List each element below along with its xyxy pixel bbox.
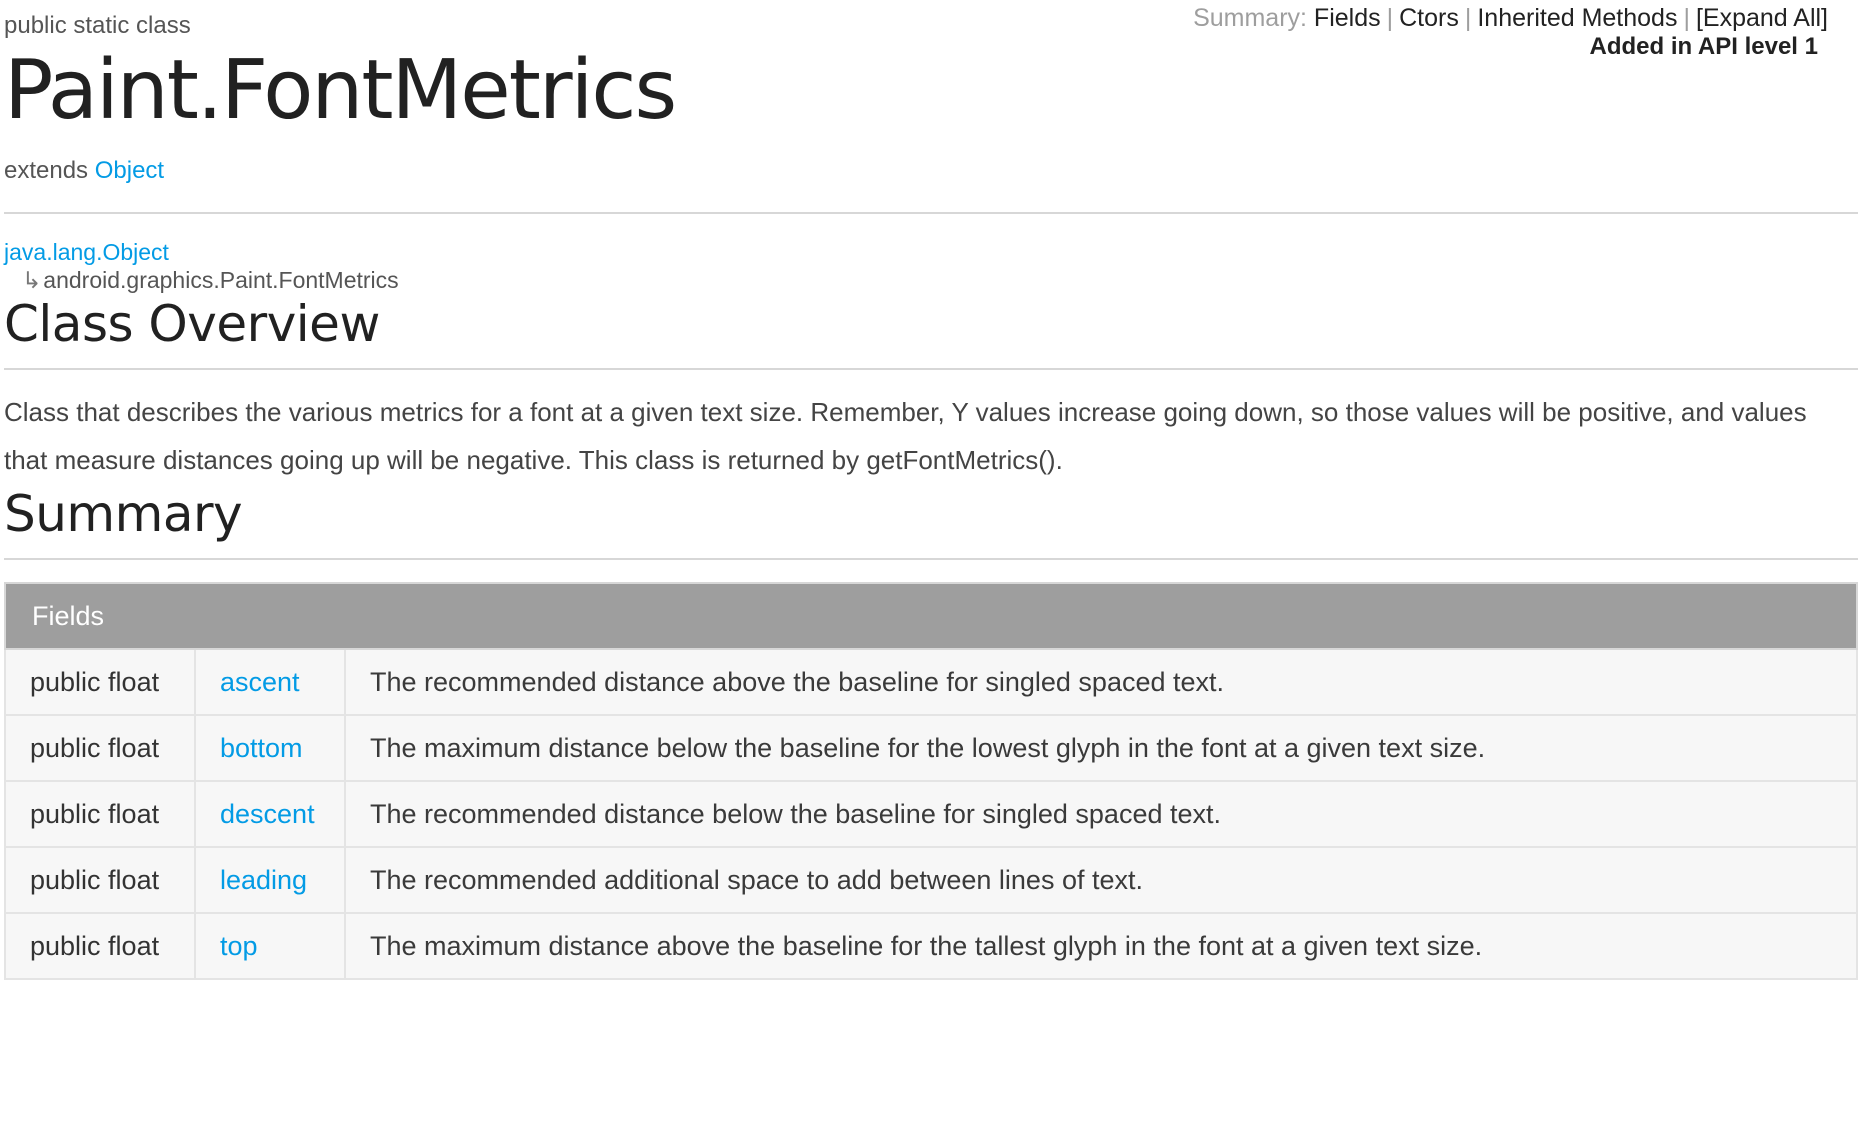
field-description: The maximum distance above the baseline … [344, 912, 1858, 980]
field-description: The recommended additional space to add … [344, 846, 1858, 914]
hierarchy-parent-link[interactable]: java.lang.Object [4, 239, 169, 265]
table-row: public float top The maximum distance ab… [4, 912, 1858, 980]
summary-nav: Summary: Fields | Ctors | Inherited Methods |… [1193, 4, 1828, 62]
field-type: public float [4, 648, 196, 716]
doc-content: Summary: Fields | Ctors | Inherited Methods |… [4, 0, 1858, 980]
separator: | [1464, 4, 1472, 32]
divider [4, 558, 1858, 560]
field-name-cell: descent [194, 780, 346, 848]
extends-line: extends Object [4, 156, 1858, 186]
field-link-leading[interactable]: leading [220, 865, 307, 895]
summary-label: Summary: [1193, 4, 1307, 32]
api-level-label: Added in API level 1 [1589, 33, 1818, 60]
field-link-descent[interactable]: descent [220, 799, 315, 829]
field-name-cell: top [194, 912, 346, 980]
class-overview-heading: Class Overview [4, 295, 380, 353]
field-type: public float [4, 846, 196, 914]
separator: | [1386, 4, 1394, 32]
summary-links: Summary: Fields | Ctors | Inherited Methods |… [1193, 4, 1828, 32]
hierarchy-arrow-icon: ↳ [22, 267, 42, 293]
fields-table-header: Fields [4, 582, 1858, 650]
inheritance-hierarchy: java.lang.Object ↳android.graphics.Paint… [4, 238, 1858, 294]
doc-page: Summary: Fields | Ctors | Inherited Methods |… [0, 0, 1868, 1138]
fields-table-header-row: Fields [4, 582, 1858, 650]
table-row: public float descent The recommended dis… [4, 780, 1858, 848]
field-name-cell: leading [194, 846, 346, 914]
separator: | [1683, 4, 1690, 32]
table-row: public float leading The recommended add… [4, 846, 1858, 914]
field-type: public float [4, 714, 196, 782]
divider [4, 212, 1858, 214]
table-row: public float bottom The maximum distance… [4, 714, 1858, 782]
field-type: public float [4, 780, 196, 848]
field-type: public float [4, 912, 196, 980]
extends-label: extends [4, 157, 89, 184]
field-link-ascent[interactable]: ascent [220, 667, 300, 697]
class-overview-text: Class that describes the various metrics… [4, 397, 1807, 475]
field-link-top[interactable]: top [220, 931, 258, 961]
expand-all-link[interactable]: [Expand All] [1696, 4, 1828, 32]
summary-link-inherited-methods[interactable]: Inherited Methods [1477, 4, 1677, 32]
summary-link-ctors[interactable]: Ctors [1399, 4, 1459, 32]
summary-link-fields[interactable]: Fields [1314, 4, 1381, 32]
field-name-cell: ascent [194, 648, 346, 716]
field-description: The recommended distance above the basel… [344, 648, 1858, 716]
extends-object-link[interactable]: Object [95, 157, 164, 184]
field-name-cell: bottom [194, 714, 346, 782]
field-link-bottom[interactable]: bottom [220, 733, 303, 763]
summary-heading: Summary [4, 485, 243, 543]
hierarchy-child: ↳android.graphics.Paint.FontMetrics [4, 266, 1858, 294]
fields-table: Fields public float ascent The recommend… [4, 582, 1858, 980]
table-row: public float ascent The recommended dist… [4, 648, 1858, 716]
field-description: The recommended distance below the basel… [344, 780, 1858, 848]
field-description: The maximum distance below the baseline … [344, 714, 1858, 782]
hierarchy-child-name: android.graphics.Paint.FontMetrics [43, 267, 399, 293]
divider [4, 368, 1858, 370]
